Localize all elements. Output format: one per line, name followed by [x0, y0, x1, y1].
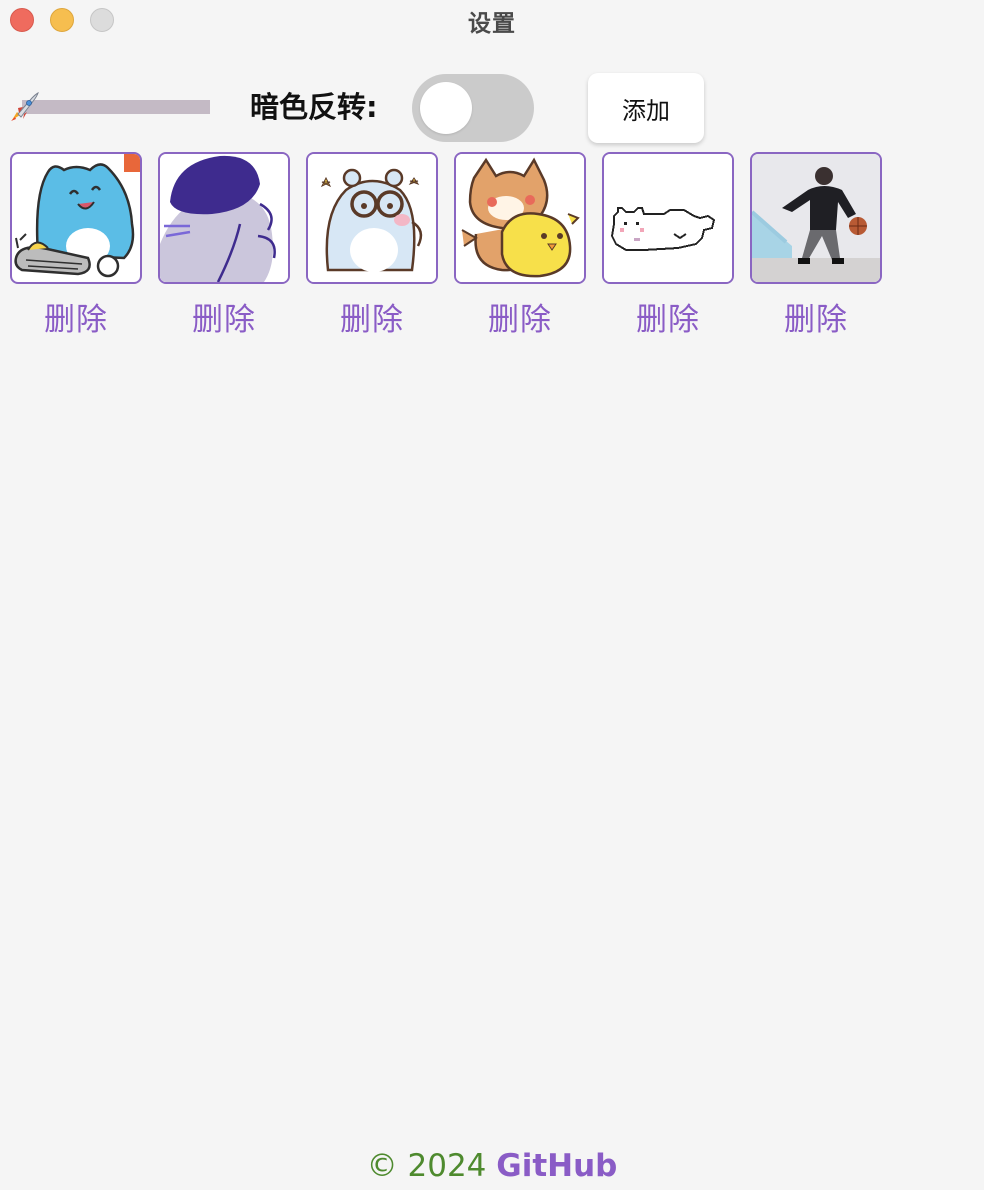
sticker-thumbnail-blue-cat[interactable] — [10, 152, 142, 284]
title-bar: 设置 — [0, 0, 984, 40]
dark-invert-label: 暗色反转: — [250, 90, 378, 124]
window-title: 设置 — [468, 11, 516, 37]
sticker-thumbnail-shiba-duck[interactable] — [454, 152, 586, 284]
sticker-item: 删除 — [602, 152, 734, 340]
sticker-thumbnail-player-photo[interactable] — [750, 152, 882, 284]
sticker-thumbnail-bear-glasses[interactable] — [306, 152, 438, 284]
progress-bar — [22, 100, 210, 114]
rocket-icon — [8, 90, 40, 124]
sticker-thumbnail-pixel-cat[interactable] — [602, 152, 734, 284]
sticker-item: 删除 — [158, 152, 290, 340]
sticker-thumbnail-beret-character[interactable] — [158, 152, 290, 284]
footer: © 2024 GitHub — [0, 1146, 984, 1186]
sticker-item: 删除 — [10, 152, 142, 340]
delete-sticker-link[interactable]: 删除 — [602, 300, 734, 340]
dark-invert-toggle[interactable] — [412, 74, 534, 142]
add-button[interactable]: 添加 — [588, 73, 704, 143]
toggle-knob — [420, 82, 472, 134]
delete-sticker-link[interactable]: 删除 — [306, 300, 438, 340]
delete-sticker-link[interactable]: 删除 — [750, 300, 882, 340]
sticker-item: 删除 — [454, 152, 586, 340]
delete-sticker-link[interactable]: 删除 — [454, 300, 586, 340]
copyright-text: © 2024 — [366, 1148, 487, 1184]
sticker-item: 删除 — [750, 152, 882, 340]
sticker-item: 删除 — [306, 152, 438, 340]
delete-sticker-link[interactable]: 删除 — [10, 300, 142, 340]
delete-sticker-link[interactable]: 删除 — [158, 300, 290, 340]
github-link[interactable]: GitHub — [496, 1148, 617, 1184]
